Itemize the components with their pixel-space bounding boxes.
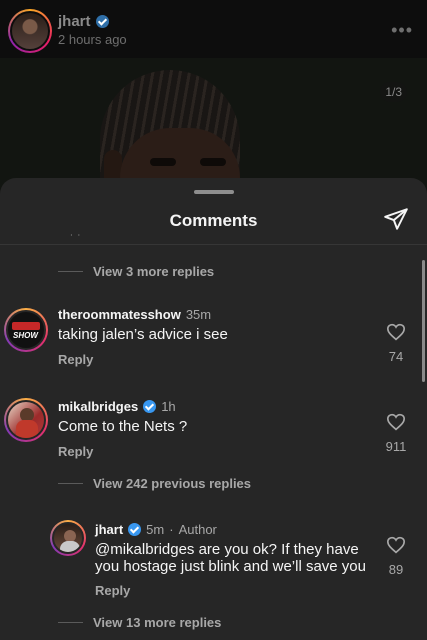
reply-username[interactable]: jhart 5m · Author [95,522,217,537]
reply-button[interactable]: Reply [58,444,93,459]
heart-icon[interactable] [386,536,406,554]
commenter-avatar[interactable] [4,398,48,442]
clipped-comment-text: ˙ ˙ [70,232,82,242]
reply-thread-line [58,622,83,623]
comment-time: 1h [161,399,176,414]
post-header: jhart 2 hours ago ••• [0,0,427,58]
more-options-icon[interactable]: ••• [391,20,413,41]
reply-button[interactable]: Reply [58,352,93,367]
like-count: 74 [388,349,404,364]
author-tag-separator: · [169,522,174,537]
verified-badge-icon [128,523,142,536]
like-count: 89 [388,562,404,577]
like-count: 911 [385,439,407,454]
comment-text: taking jalen’s advice i see [58,326,228,343]
comments-sheet: Comments ˙ ˙ View 3 more replies SHOW th… [0,178,427,640]
comment-time: 35m [185,307,212,322]
heart-icon[interactable] [386,413,406,431]
verified-badge-icon [143,400,157,413]
author-tag: Author [178,522,217,537]
verified-badge-icon [95,15,109,28]
comment-username[interactable]: mikalbridges 1h [58,399,176,414]
post-author-username[interactable]: jhart [58,13,109,30]
heart-icon[interactable] [386,323,406,341]
reply-thread-line [58,271,83,272]
media-page-counter: 1/3 [380,82,407,102]
post-author-avatar[interactable] [8,9,52,53]
view-more-replies-button[interactable]: View 13 more replies [58,615,221,630]
view-more-replies-button[interactable]: View 3 more replies [58,264,214,279]
post-timestamp: 2 hours ago [58,32,127,47]
reply-button[interactable]: Reply [95,583,130,598]
reply-thread-line [58,483,83,484]
comment-text: Come to the Nets ? [58,418,188,435]
reply-time: 5m [146,522,165,537]
sheet-drag-handle[interactable] [194,190,234,194]
commenter-avatar[interactable]: SHOW [4,308,48,352]
reply-text-line-2: you hostage just blink and we’ll save yo… [95,558,366,575]
paper-plane-icon[interactable] [383,206,409,232]
header-divider [0,244,427,245]
reply-author-avatar[interactable] [50,520,86,556]
scrollbar[interactable] [422,260,425,382]
comment-username[interactable]: theroommatesshow 35m [58,307,211,322]
view-previous-replies-button[interactable]: View 242 previous replies [58,476,251,491]
comments-title: Comments [169,211,258,230]
